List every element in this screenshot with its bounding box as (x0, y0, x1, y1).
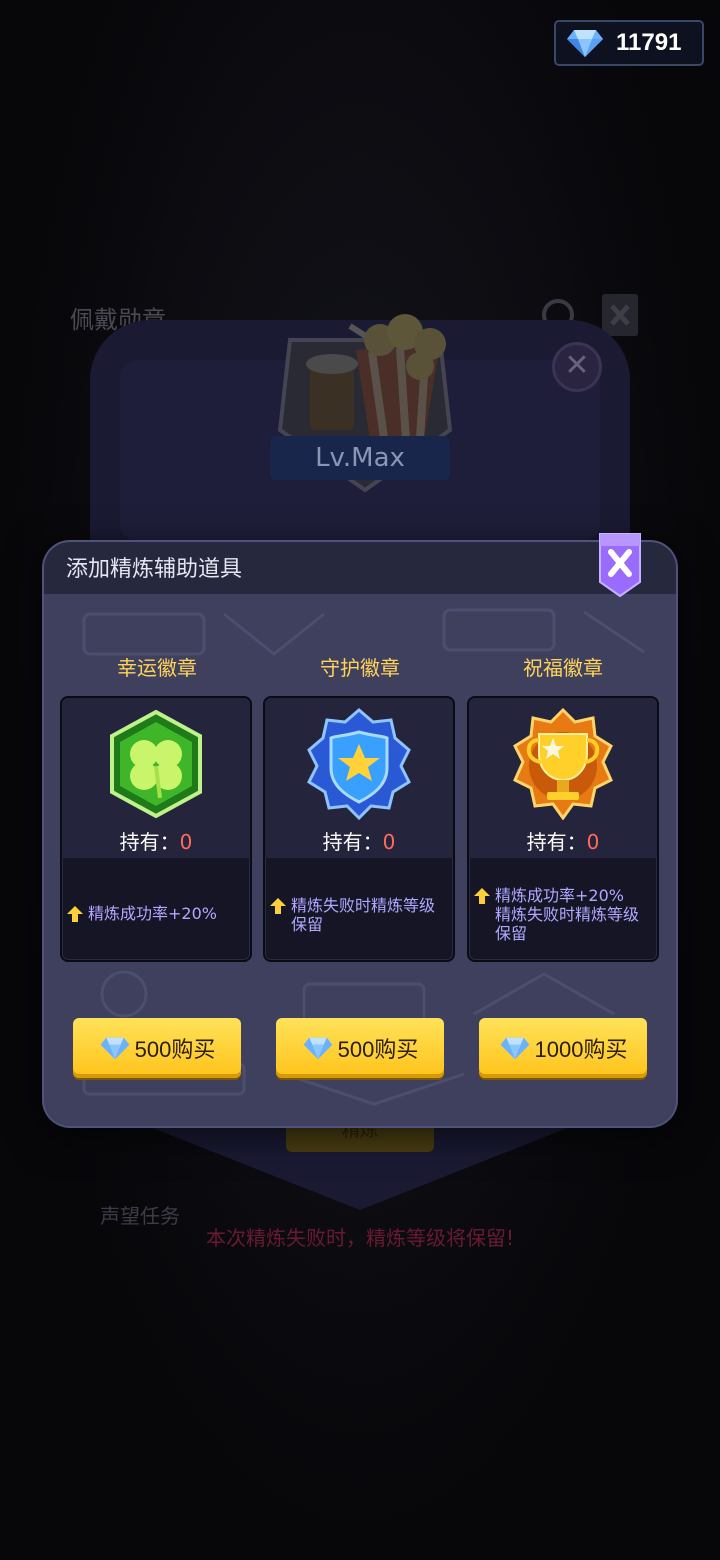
up-arrow-icon (270, 898, 286, 914)
hold-label: 持有： (322, 830, 383, 854)
desc-line: 精炼失败时精炼等级 (291, 896, 436, 915)
hold-count: 0 (586, 830, 600, 854)
desc-line: 精炼失败时精炼等级 (495, 905, 640, 924)
modal-header: 添加精炼辅助道具 (44, 542, 676, 594)
background-subtitle (90, 516, 630, 542)
clover-badge-icon (110, 709, 202, 819)
hold-label: 持有： (119, 830, 180, 854)
hold-count-row: 持有：0 (469, 826, 657, 855)
modal-title: 添加精炼辅助道具 (66, 557, 243, 582)
item-title-lucky: 幸运徽章 (117, 656, 197, 680)
item-card-lucky[interactable]: 持有：0 精炼成功率+20% (60, 696, 252, 962)
diamond-icon (567, 30, 603, 57)
up-arrow-icon (474, 888, 490, 904)
diamond-balance[interactable]: 11791 (554, 20, 704, 66)
item-card-bless[interactable]: 持有：0 精炼成功率+20% 精炼失败时精炼等级 保留 (467, 696, 659, 962)
item-description: 精炼成功率+20% (66, 904, 250, 923)
hold-count: 0 (382, 830, 396, 854)
buy-label: 500购买 (337, 1037, 419, 1062)
desc-line: 精炼成功率+20% (88, 904, 217, 923)
item-description: 精炼失败时精炼等级 保留 (269, 896, 453, 934)
buy-bless-button[interactable]: 1000购买 (479, 1018, 647, 1078)
diamond-icon (100, 1037, 130, 1060)
desc-line: 精炼成功率+20% (495, 886, 624, 905)
hold-count-row: 持有：0 (62, 826, 250, 855)
refine-warning-text: 本次精炼失败时，精炼等级将保留! (205, 1226, 515, 1250)
buy-label: 500购买 (134, 1037, 216, 1062)
item-description: 精炼成功率+20% 精炼失败时精炼等级 保留 (473, 886, 657, 943)
buy-label: 1000购买 (534, 1037, 628, 1062)
hold-label: 持有： (526, 830, 587, 854)
hold-count-row: 持有：0 (265, 826, 453, 855)
buy-lucky-button[interactable]: 500购买 (73, 1018, 241, 1078)
hold-count: 0 (179, 830, 193, 854)
diamond-amount: 11791 (616, 29, 682, 56)
desc-line: 保留 (495, 924, 528, 943)
buy-guard-button[interactable]: 500购买 (276, 1018, 444, 1078)
modal-close-button[interactable] (596, 532, 644, 600)
background-level-label: Lv.Max (270, 436, 450, 480)
trophy-badge-icon (513, 708, 613, 820)
background-close-icon: ✕ (552, 342, 602, 392)
item-title-guard: 守护徽章 (320, 656, 400, 680)
diamond-icon (303, 1037, 333, 1060)
diamond-icon (500, 1037, 529, 1060)
shield-star-badge-icon (307, 708, 411, 820)
item-card-guard[interactable]: 持有：0 精炼失败时精炼等级 保留 (263, 696, 455, 962)
item-title-bless: 祝福徽章 (523, 656, 603, 680)
screen: 佩戴勋章 ✕ Lv.Max 精炼 声望任务 本次精炼失败时，精炼等级将保留! 1… (0, 0, 720, 1560)
desc-line: 保留 (291, 915, 324, 934)
up-arrow-icon (67, 906, 83, 922)
